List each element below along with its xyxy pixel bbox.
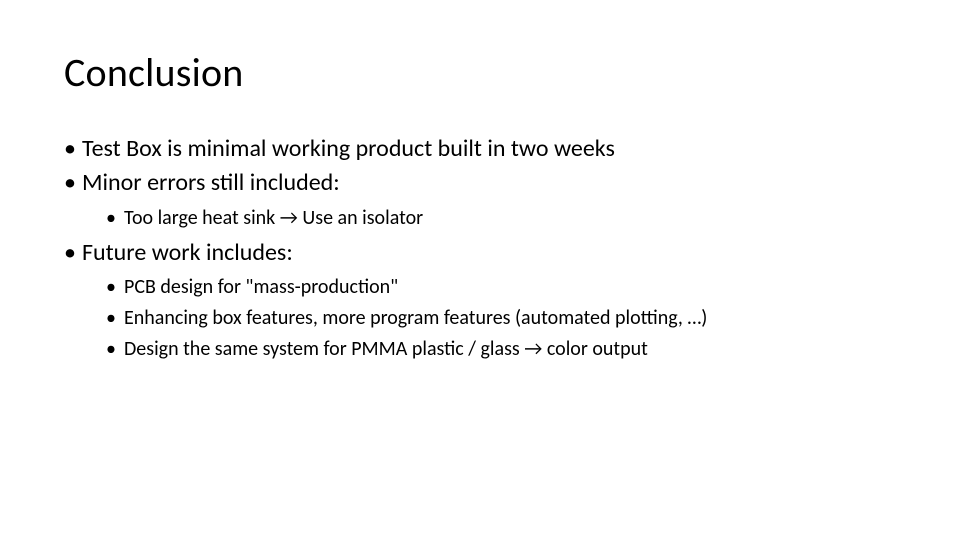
slide-title: Conclusion	[64, 48, 896, 97]
list-item: Minor errors still included: Too large h…	[64, 167, 896, 232]
bullet-text: Future work includes:	[82, 238, 293, 267]
bullet-text: Too large heat sink → Use an isolator	[124, 206, 423, 230]
slide: Conclusion Test Box is minimal working p…	[0, 0, 960, 540]
list-item: Design the same system for PMMA plastic …	[106, 335, 896, 364]
list-item: Test Box is minimal working product buil…	[64, 133, 896, 165]
bullet-text: Test Box is minimal working product buil…	[82, 134, 615, 163]
bullet-text: Enhancing box features, more program fea…	[124, 306, 707, 330]
bullet-text: Design the same system for PMMA plastic …	[124, 337, 648, 361]
sub-bullet-list: Too large heat sink → Use an isolator	[82, 204, 896, 233]
bullet-list: Test Box is minimal working product buil…	[64, 133, 896, 364]
list-item: PCB design for "mass-production"	[106, 273, 896, 302]
bullet-text: PCB design for "mass-production"	[124, 275, 398, 299]
bullet-text: Minor errors still included:	[82, 168, 340, 197]
list-item: Future work includes: PCB design for "ma…	[64, 237, 896, 364]
list-item: Enhancing box features, more program fea…	[106, 304, 896, 333]
sub-bullet-list: PCB design for "mass-production" Enhanci…	[82, 273, 896, 364]
list-item: Too large heat sink → Use an isolator	[106, 204, 896, 233]
